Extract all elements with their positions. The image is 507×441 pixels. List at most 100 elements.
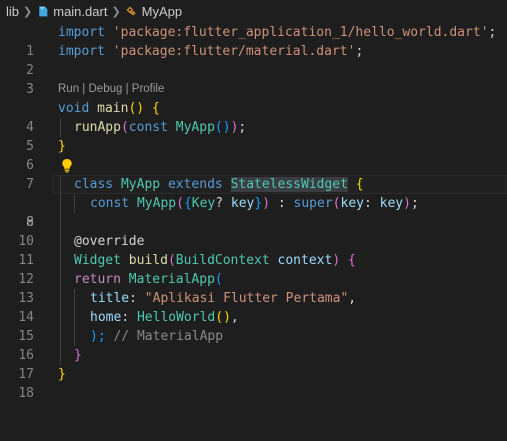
token-keyword: import: [58, 44, 105, 59]
token-type: HelloWorld: [136, 310, 216, 325]
token-type: MyApp: [175, 120, 215, 135]
indent-guide: [60, 289, 61, 308]
token-punct: ;: [355, 44, 364, 59]
token-bracket: }: [58, 367, 66, 382]
token-function: build: [128, 253, 168, 268]
token-type-highlighted: StatelessWidget: [230, 177, 348, 192]
token-bracket: {: [347, 253, 356, 268]
token-bracket: {: [151, 101, 160, 116]
token-bracket: (: [120, 120, 129, 135]
token-bracket: ): [403, 196, 411, 211]
token-string: 'package:flutter_application_1/hello_wor…: [112, 25, 489, 40]
token-keyword: const: [90, 196, 130, 211]
indent-guide: [60, 175, 61, 194]
token-bracket: (: [214, 272, 223, 287]
token-punct: :: [270, 196, 294, 211]
breadcrumb-folder[interactable]: lib: [6, 4, 19, 19]
token-string: "Aplikasi Flutter Pertama": [144, 291, 349, 306]
token-type: Widget: [74, 253, 121, 268]
token-bracket: {: [355, 177, 364, 192]
codelens-profile[interactable]: Profile: [132, 83, 165, 95]
indent-guide: [74, 194, 75, 213]
token-bracket: ): [332, 253, 341, 268]
code-editor[interactable]: 1 import 'package:flutter_application_1/…: [0, 23, 507, 401]
lightbulb-icon[interactable]: [60, 158, 74, 173]
token-type: BuildContext: [175, 253, 270, 268]
token-keyword: const: [128, 120, 168, 135]
indent-guide: [60, 213, 61, 232]
token-bracket: }: [74, 348, 82, 363]
token-bracket: (): [214, 120, 231, 135]
token-bracket: }: [58, 139, 66, 154]
token-keyword: extends: [167, 177, 223, 192]
token-type: MyApp: [120, 177, 161, 192]
indent-guide: [60, 251, 61, 270]
codelens-debug[interactable]: Debug: [89, 83, 123, 95]
token-punct: :: [121, 310, 137, 325]
token-variable: home: [90, 310, 122, 325]
token-function: runApp: [74, 120, 121, 135]
token-type: Key: [191, 196, 216, 211]
token-string: 'package:flutter/material.dart': [112, 44, 356, 59]
token-function: main: [97, 101, 129, 116]
indent-guide: [74, 308, 75, 327]
token-bracket: (): [215, 310, 231, 325]
dart-file-icon: [39, 6, 48, 16]
code-line: 14 title: "Aplikasi Flutter Pertama",: [0, 289, 507, 325]
code-line: 2 import 'package:flutter/material.dart'…: [0, 42, 507, 78]
token-variable: context: [277, 253, 333, 268]
token-keyword: return: [74, 272, 121, 287]
codelens-row: Run | Debug | Profile: [0, 80, 507, 99]
code-line: 17 }: [0, 346, 507, 382]
token-punct: ,: [230, 310, 239, 325]
token-comment: // MaterialApp: [113, 329, 224, 344]
token-variable: key: [340, 196, 364, 211]
token-bracket: ): [262, 196, 271, 211]
code-line: 16 ); // MaterialApp: [0, 327, 507, 363]
token-type: MaterialApp: [128, 272, 215, 287]
chevron-right-icon: ❯: [111, 5, 121, 18]
token-bracket: (: [167, 253, 176, 268]
token-punct: :: [363, 196, 380, 211]
code-line: 5 runApp(const MyApp());: [0, 118, 507, 154]
token-punct: ;: [488, 25, 497, 40]
token-punct: ,: [348, 291, 357, 306]
codelens-separator: |: [79, 83, 89, 95]
token-variable: key: [379, 196, 404, 211]
breadcrumb: lib ❯ main.dart ❯ MyApp: [0, 0, 507, 22]
token-punct: ;: [238, 120, 247, 135]
codelens-run[interactable]: Run: [58, 83, 79, 95]
chevron-right-icon: ❯: [23, 5, 33, 18]
indent-guide: [60, 232, 61, 251]
token-bracket: {: [183, 196, 192, 211]
code-line: 13 return MaterialApp(: [0, 270, 507, 306]
code-line: 10: [0, 213, 507, 249]
token-bracket: (: [332, 196, 341, 211]
code-line: 11 @override: [0, 232, 507, 268]
token-punct: ?: [215, 196, 224, 211]
code-line: 3: [0, 61, 507, 97]
token-keyword: import: [58, 25, 105, 40]
indent-guide: [60, 346, 61, 365]
breadcrumb-file[interactable]: main.dart: [36, 4, 107, 19]
indent-guide: [60, 327, 61, 346]
code-line: 1 import 'package:flutter_application_1/…: [0, 23, 507, 59]
class-symbol-icon: [126, 6, 136, 16]
token-variable: title: [90, 291, 130, 306]
indent-guide: [60, 308, 61, 327]
codelens-separator: |: [122, 83, 132, 95]
code-line: 7: [0, 156, 507, 192]
indent-guide: [74, 289, 75, 308]
code-line: 15 home: HelloWorld(),: [0, 308, 507, 344]
token-bracket: );: [90, 329, 106, 344]
token-punct: :: [129, 291, 145, 306]
code-line: 4 void main() {: [0, 99, 507, 135]
token-type: MyApp: [136, 196, 177, 211]
token-annotation: @override: [74, 234, 145, 249]
indent-guide: [60, 270, 61, 289]
breadcrumb-symbol[interactable]: MyApp: [125, 4, 182, 19]
indent-guide: [74, 327, 75, 346]
code-line: 6 }: [0, 137, 507, 173]
indent-guide: [60, 118, 61, 137]
